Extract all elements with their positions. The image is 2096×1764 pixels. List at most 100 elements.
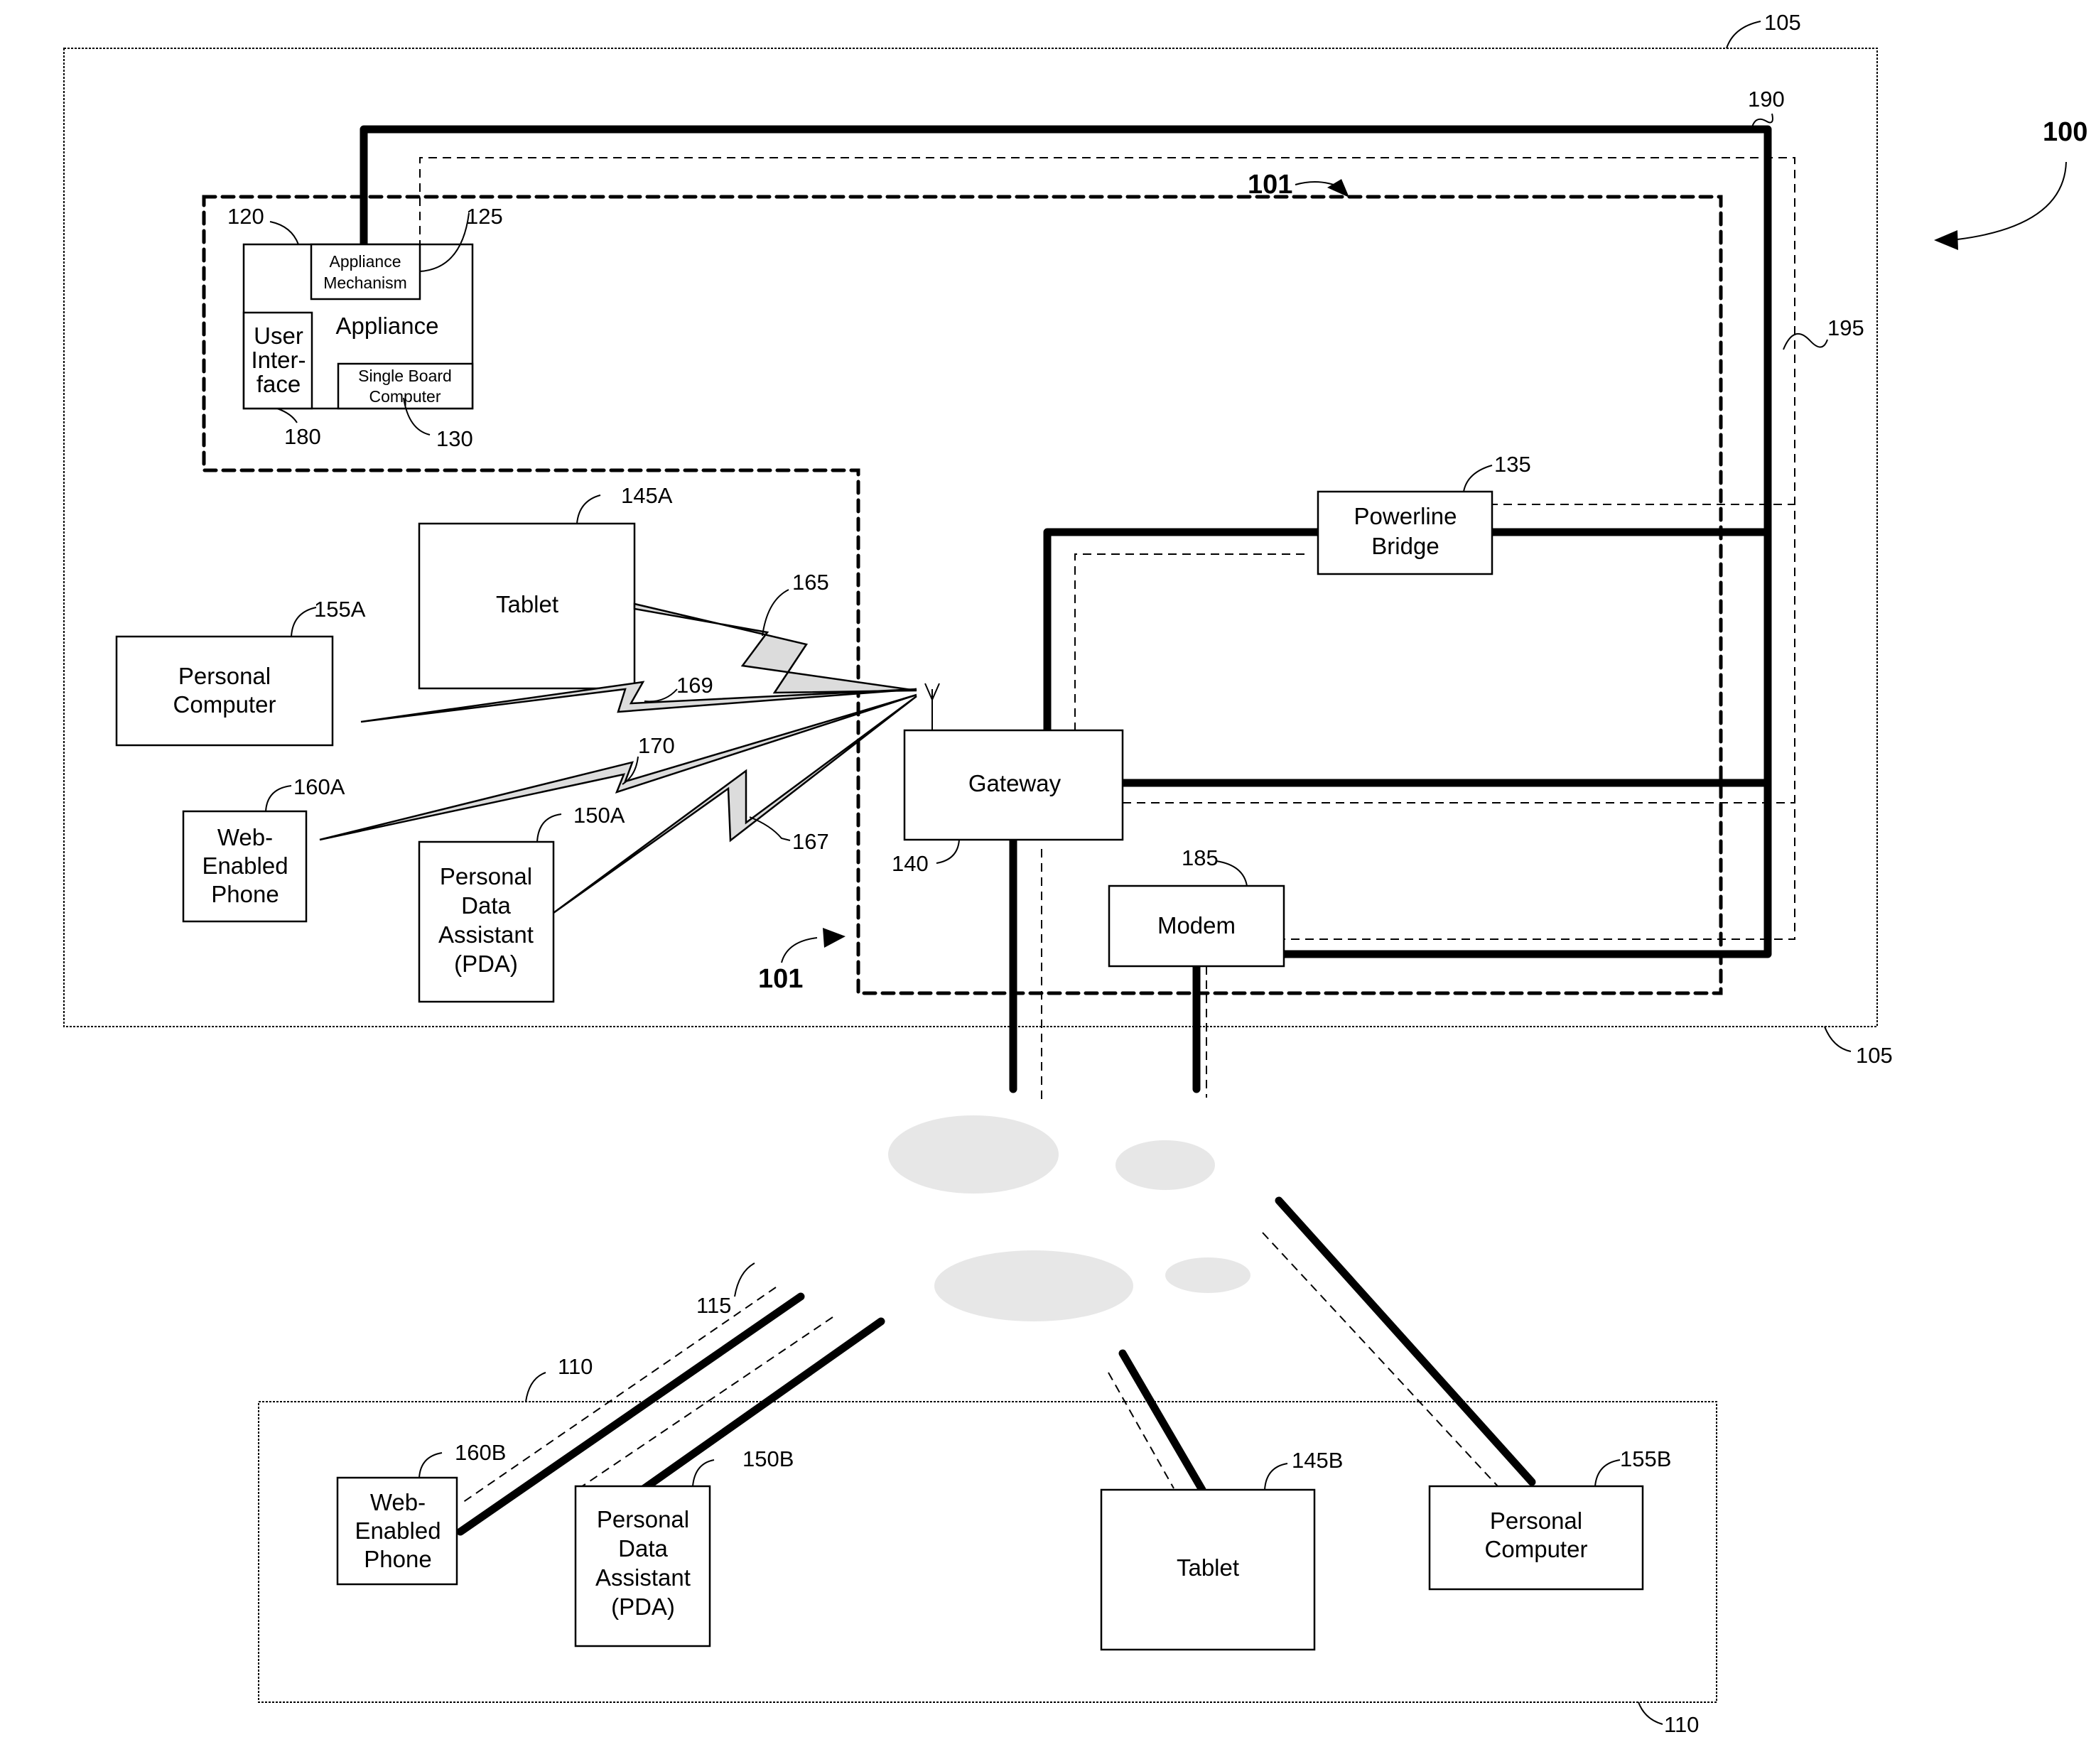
remote-pc-power-line (1275, 1196, 1536, 1486)
network-cloud (888, 1115, 1250, 1321)
home-network-ref-bottom: 101 (758, 964, 803, 994)
wireless-link-pda-ref: 167 (792, 829, 829, 854)
network-ref: 115 (696, 1293, 731, 1318)
local-phone-label-1: Web- (217, 824, 273, 850)
local-pda-label-2: Data (461, 892, 511, 919)
mechanism-label-2: Mechanism (323, 274, 407, 292)
modem-ref: 185 (1182, 845, 1219, 870)
gateway-ref: 140 (892, 851, 929, 876)
appliance-label: Appliance (336, 313, 439, 339)
remote-pda-label-1: Personal (597, 1506, 689, 1532)
gateway-leader (936, 839, 960, 864)
remote-pda[interactable]: Personal Data Assistant (PDA) (574, 1485, 711, 1647)
local-tablet[interactable]: Tablet (418, 522, 636, 690)
remote-phone-label-1: Web- (370, 1489, 426, 1515)
sbc-ref: 130 (436, 426, 473, 451)
appliance-leader (269, 221, 299, 245)
wireless-link-tablet-leader (762, 589, 789, 637)
local-tablet-label: Tablet (496, 591, 558, 617)
remote-pda-label-3: Assistant (595, 1564, 691, 1591)
remote-pda-ref: 150B (742, 1446, 794, 1471)
remote-tablet-ref: 145B (1292, 1448, 1343, 1473)
user-interface[interactable]: User Inter- face (242, 311, 313, 410)
system-arrowhead (1934, 230, 1958, 250)
gateway-label: Gateway (968, 770, 1061, 796)
local-phone[interactable]: Web- Enabled Phone (182, 810, 308, 923)
sbc-label-1: Single Board (358, 367, 452, 385)
remote-tablet[interactable]: Tablet (1100, 1488, 1316, 1651)
antenna-icon (924, 683, 940, 730)
remote-phone-data-line (460, 1287, 777, 1505)
local-pc-label-1: Personal (178, 663, 271, 689)
premises-ref-top: 105 (1764, 10, 1801, 35)
local-pda-label-4: (PDA) (454, 951, 518, 977)
local-pc[interactable]: Personal Computer (115, 635, 334, 747)
local-phone-ref: 160A (293, 774, 345, 799)
local-pda[interactable]: Personal Data Assistant (PDA) (418, 840, 555, 1003)
powerline-bridge[interactable]: Powerline Bridge (1317, 490, 1493, 575)
local-pda-label-3: Assistant (438, 921, 534, 948)
local-pc-label-2: Computer (173, 691, 276, 718)
modem-leader (1216, 860, 1248, 887)
data-line-ref: 195 (1827, 315, 1864, 340)
home-network-arrowhead-top (1327, 179, 1349, 197)
remote-pc-label-2: Computer (1485, 1536, 1588, 1562)
remote-pc-leader (1594, 1459, 1621, 1487)
local-pda-ref: 150A (573, 803, 625, 828)
bridge-label-2: Bridge (1371, 533, 1439, 559)
network-diagram: 105 105 100 101 101 195 190 Appliance 12… (63, 10, 2087, 1737)
remote-phone-label-2: Enabled (355, 1517, 441, 1544)
remote-leader-bottom (1638, 1701, 1663, 1725)
local-phone-label-2: Enabled (202, 853, 288, 879)
remote-leader-top (525, 1372, 546, 1402)
network-ref-leader (734, 1262, 755, 1297)
power-line-ref: 190 (1748, 87, 1785, 112)
data-line-bridge-left (1074, 553, 1304, 730)
premises-ref-bottom: 105 (1856, 1043, 1893, 1068)
wireless-link-tablet-ref: 165 (792, 570, 829, 595)
bridge-label-1: Powerline (1354, 503, 1457, 529)
system-arrow (1957, 161, 2067, 240)
wireless-link-pc-ref: 169 (676, 673, 713, 698)
home-network-arrow-bottom (781, 937, 818, 963)
remote-tablet-leader (1264, 1463, 1288, 1490)
modem-label: Modem (1157, 912, 1236, 938)
remote-pda-label-2: Data (618, 1535, 668, 1562)
remote-pda-leader (692, 1459, 715, 1487)
ui-label-3: face (256, 371, 301, 397)
remote-pc-ref: 155B (1620, 1446, 1671, 1471)
system-ref: 100 (2043, 117, 2087, 147)
remote-pda-label-4: (PDA) (611, 1593, 675, 1620)
remote-ref-top: 110 (558, 1354, 593, 1379)
local-phone-label-3: Phone (211, 881, 279, 907)
data-line-195-leader (1783, 332, 1828, 350)
remote-phone-label-3: Phone (364, 1546, 431, 1572)
remote-phone-leader (418, 1452, 443, 1478)
remote-ref-bottom: 110 (1664, 1712, 1699, 1737)
ui-label-2: Inter- (251, 347, 306, 373)
remote-tablet-power-line (1118, 1349, 1206, 1494)
local-pc-leader (291, 607, 317, 637)
mechanism-label-1: Appliance (329, 252, 401, 271)
premises-leader-bottom (1824, 1026, 1852, 1052)
local-tablet-ref: 145A (621, 483, 673, 508)
premises-leader-top (1726, 21, 1761, 49)
ui-leader (276, 408, 298, 423)
gateway[interactable]: Gateway (903, 729, 1124, 841)
remote-pc-label-1: Personal (1490, 1508, 1582, 1534)
remote-phone-ref: 160B (455, 1440, 506, 1465)
appliance-mechanism[interactable]: Appliance Mechanism (310, 243, 421, 301)
local-pc-ref: 155A (314, 597, 366, 622)
wireless-link-phone-ref: 170 (638, 733, 675, 758)
remote-phone[interactable]: Web- Enabled Phone (336, 1476, 458, 1586)
local-tablet-leader (576, 494, 601, 524)
local-pda-leader (536, 813, 562, 843)
modem[interactable]: Modem (1108, 884, 1285, 968)
wireless-link-pc-leader (644, 688, 678, 703)
power-line-bridge-gateway (1043, 528, 1322, 735)
mechanism-ref: 125 (466, 204, 503, 229)
ui-ref: 180 (284, 424, 321, 449)
remote-pc[interactable]: Personal Computer (1428, 1485, 1644, 1591)
ui-label-1: User (254, 323, 303, 349)
single-board-computer[interactable]: Single Board Computer (337, 362, 474, 410)
